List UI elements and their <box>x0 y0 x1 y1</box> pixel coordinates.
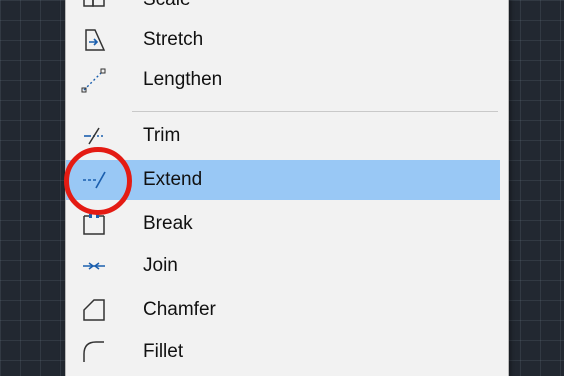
menu-item-label: Join <box>143 255 178 276</box>
menu-item-label: Trim <box>143 125 181 146</box>
menu-item-label: Chamfer <box>143 299 216 320</box>
menu-item-label: Stretch <box>143 29 204 50</box>
menu-item-fillet[interactable]: Fillet <box>66 332 500 372</box>
menu-item-label: Extend <box>143 169 203 190</box>
extend-icon <box>80 166 108 194</box>
menu-item-chamfer[interactable]: Chamfer <box>66 290 500 330</box>
menu-item-label: Fillet <box>143 341 184 362</box>
stretch-icon <box>80 26 108 54</box>
menu-item-label: Break <box>143 213 193 234</box>
menu-item-scale[interactable]: Scale <box>66 0 500 20</box>
modify-dropdown-menu: Scale Stretch Lengthen Trim Extend Break <box>66 0 508 376</box>
menu-item-extend[interactable]: Extend <box>66 160 500 200</box>
lengthen-icon <box>80 66 108 94</box>
chamfer-icon <box>80 296 108 324</box>
scale-icon <box>80 0 108 14</box>
menu-separator <box>132 111 498 112</box>
join-icon <box>80 252 108 280</box>
menu-item-trim[interactable]: Trim <box>66 116 500 156</box>
menu-item-label: Lengthen <box>143 69 223 90</box>
menu-item-lengthen[interactable]: Lengthen <box>66 60 500 100</box>
break-icon <box>80 210 108 238</box>
menu-item-stretch[interactable]: Stretch <box>66 20 500 60</box>
menu-item-join[interactable]: Join <box>66 246 500 286</box>
menu-item-label: Scale <box>143 0 191 11</box>
trim-icon <box>80 122 108 150</box>
menu-item-break[interactable]: Break <box>66 204 500 244</box>
